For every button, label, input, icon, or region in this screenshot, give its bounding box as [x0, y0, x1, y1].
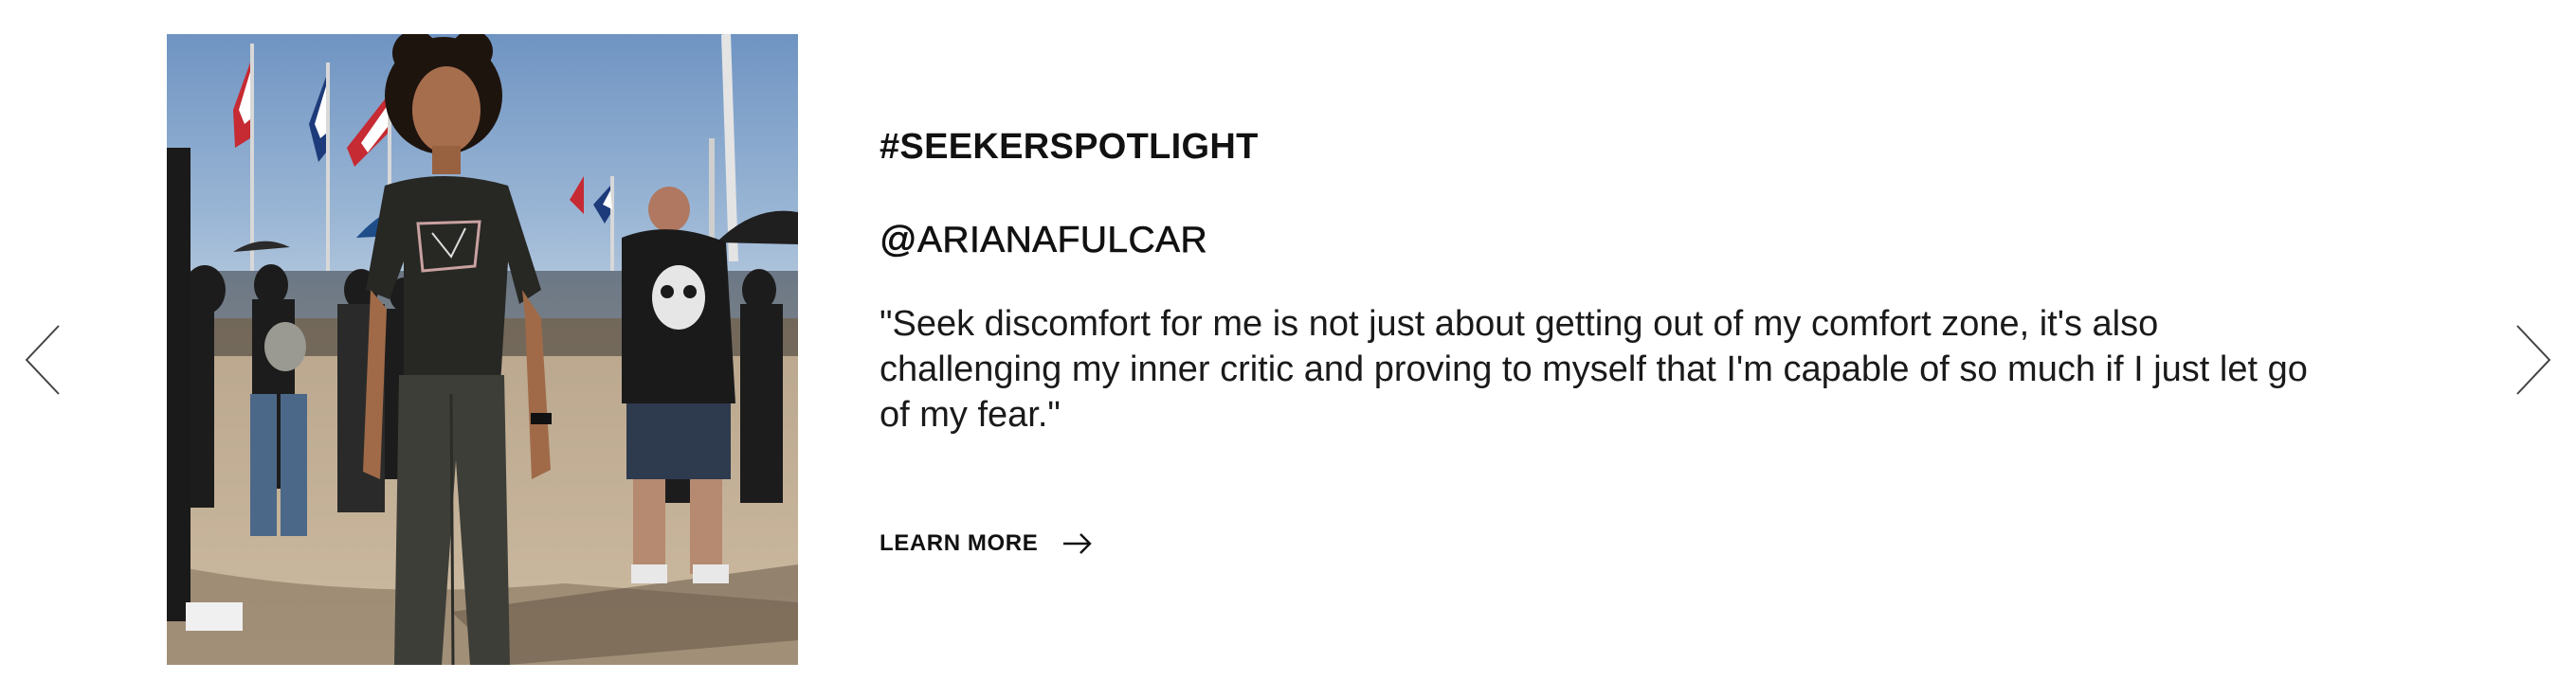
spotlight-handle: @ARIANAFULCAR	[880, 220, 1208, 261]
arrow-right-icon	[1063, 533, 1093, 554]
photo-illustration	[167, 34, 798, 665]
carousel-prev-button[interactable]	[23, 322, 68, 398]
spotlight-hashtag: #SEEKERSPOTLIGHT	[880, 127, 1259, 167]
carousel-next-button[interactable]	[2508, 322, 2553, 398]
spotlight-photo	[167, 34, 798, 665]
spotlight-content: #SEEKERSPOTLIGHT @ARIANAFULCAR "Seek dis…	[880, 0, 2339, 680]
chevron-right-icon	[2516, 325, 2551, 395]
chevron-left-icon	[25, 325, 60, 395]
learn-more-link[interactable]: LEARN MORE	[880, 530, 1093, 557]
learn-more-label: LEARN MORE	[880, 530, 1039, 556]
spotlight-quote: "Seek discomfort for me is not just abou…	[880, 304, 2308, 435]
